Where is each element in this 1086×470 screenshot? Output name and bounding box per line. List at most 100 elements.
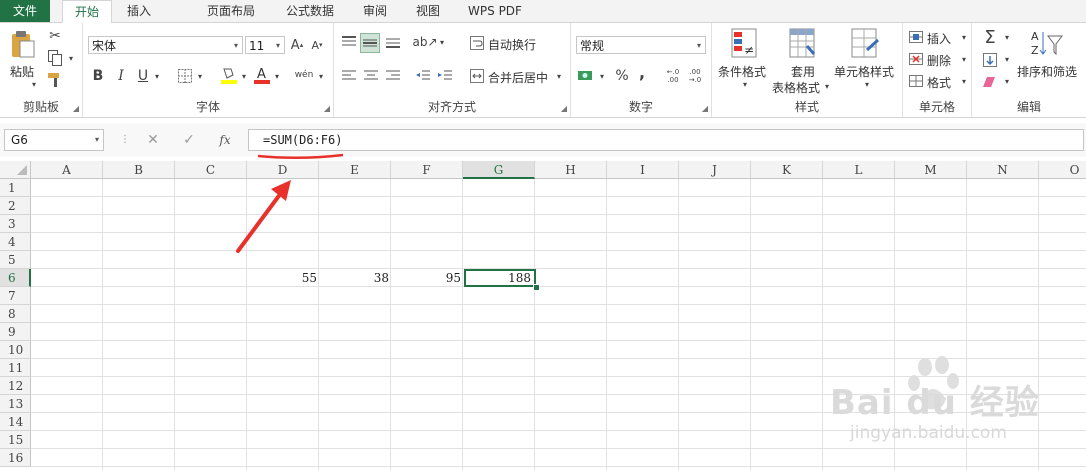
- row-header-11[interactable]: 11: [0, 359, 31, 377]
- grow-font-icon[interactable]: A ▴: [289, 35, 305, 55]
- increase-indent-icon[interactable]: [436, 67, 454, 85]
- copy-icon[interactable]: [46, 49, 64, 67]
- percent-button[interactable]: %: [613, 67, 631, 85]
- align-left-icon[interactable]: [340, 67, 358, 85]
- wrap-text-icon[interactable]: [468, 35, 486, 51]
- insert-dropdown-icon[interactable]: ▾: [959, 31, 969, 43]
- row-header-7[interactable]: 7: [0, 287, 31, 305]
- align-middle-icon[interactable]: [360, 33, 380, 53]
- cell-styles-button[interactable]: 单元格样式: [834, 63, 894, 80]
- merge-center-button[interactable]: 合并后居中: [488, 69, 548, 86]
- row-header-12[interactable]: 12: [0, 377, 31, 395]
- format-as-table-label-b[interactable]: 表格格式: [772, 79, 820, 96]
- accounting-dropdown-icon[interactable]: ▾: [597, 69, 607, 83]
- table-dropdown-icon[interactable]: ▾: [822, 81, 832, 91]
- bold-button[interactable]: B: [90, 67, 106, 85]
- fill-color-icon[interactable]: [220, 65, 238, 85]
- font-size-select[interactable]: 11 ▾: [245, 36, 285, 54]
- formula-input[interactable]: =SUM(D6:F6): [248, 129, 1084, 151]
- tab-insert[interactable]: 插入: [117, 0, 161, 22]
- format-cells-button[interactable]: 格式: [927, 74, 951, 91]
- decrease-indent-icon[interactable]: [414, 67, 432, 85]
- sort-filter-button[interactable]: 排序和筛选: [1017, 63, 1077, 80]
- column-header-j[interactable]: J: [679, 161, 751, 179]
- fill-color-dropdown-icon[interactable]: ▾: [239, 69, 249, 83]
- column-header-i[interactable]: I: [607, 161, 679, 179]
- merge-dropdown-icon[interactable]: ▾: [554, 69, 564, 83]
- more-options-icon[interactable]: ⋮: [112, 131, 138, 149]
- clear-icon[interactable]: [980, 73, 1000, 91]
- row-header-8[interactable]: 8: [0, 305, 31, 323]
- delete-cells-button[interactable]: 删除: [927, 52, 951, 69]
- orientation-icon[interactable]: ab↗: [412, 33, 437, 51]
- format-cells-icon[interactable]: [907, 73, 925, 89]
- align-bottom-icon[interactable]: [384, 33, 402, 51]
- shrink-font-icon[interactable]: A ▾: [309, 35, 325, 55]
- autosum-dropdown-icon[interactable]: ▾: [1002, 31, 1012, 43]
- merge-center-icon[interactable]: [468, 67, 486, 85]
- fill-dropdown-icon[interactable]: ▾: [1002, 53, 1012, 65]
- tab-data[interactable]: 数据: [300, 0, 344, 22]
- row-header-6[interactable]: 6: [0, 269, 31, 287]
- column-header-g[interactable]: G: [463, 161, 535, 179]
- column-header-h[interactable]: H: [535, 161, 607, 179]
- column-header-b[interactable]: B: [103, 161, 175, 179]
- cellstyle-dropdown-icon[interactable]: ▾: [862, 79, 872, 89]
- sort-filter-icon[interactable]: AZ: [1028, 27, 1064, 61]
- select-all-corner[interactable]: [0, 161, 31, 179]
- paste-icon[interactable]: [8, 29, 38, 59]
- paste-dropdown-icon[interactable]: ▾: [28, 79, 40, 89]
- column-header-d[interactable]: D: [247, 161, 319, 179]
- column-header-f[interactable]: F: [391, 161, 463, 179]
- fill-icon[interactable]: [980, 51, 1000, 69]
- phonetic-dropdown-icon[interactable]: ▾: [316, 69, 326, 83]
- font-name-select[interactable]: 宋体 ▾: [88, 36, 243, 54]
- delete-dropdown-icon[interactable]: ▾: [959, 53, 969, 65]
- name-box[interactable]: G6 ▾: [4, 129, 104, 151]
- align-right-icon[interactable]: [384, 67, 402, 85]
- row-header-15[interactable]: 15: [0, 431, 31, 449]
- tab-view[interactable]: 视图: [406, 0, 450, 22]
- insert-cells-icon[interactable]: [907, 29, 925, 45]
- number-launcher-icon[interactable]: ◢: [702, 104, 708, 113]
- row-header-3[interactable]: 3: [0, 215, 31, 233]
- format-dropdown-icon[interactable]: ▾: [959, 75, 969, 87]
- row-header-14[interactable]: 14: [0, 413, 31, 431]
- delete-cells-icon[interactable]: [907, 51, 925, 67]
- row-header-2[interactable]: 2: [0, 197, 31, 215]
- accounting-format-icon[interactable]: [577, 67, 597, 85]
- wrap-text-button[interactable]: 自动换行: [488, 36, 536, 53]
- format-as-table-label-a[interactable]: 套用: [791, 63, 815, 80]
- borders-icon[interactable]: [176, 67, 194, 85]
- borders-dropdown-icon[interactable]: ▾: [195, 69, 205, 83]
- number-format-select[interactable]: 常规 ▾: [576, 36, 706, 54]
- row-header-16[interactable]: 16: [0, 449, 31, 467]
- row-header-4[interactable]: 4: [0, 233, 31, 251]
- cell-d6[interactable]: 55: [248, 269, 320, 287]
- row-header-13[interactable]: 13: [0, 395, 31, 413]
- orientation-dropdown-icon[interactable]: ▾: [437, 35, 447, 49]
- format-as-table-icon[interactable]: [788, 27, 816, 59]
- conditional-formatting-button[interactable]: 条件格式: [718, 63, 766, 80]
- cell-f6[interactable]: 95: [392, 269, 464, 287]
- insert-cells-button[interactable]: 插入: [927, 30, 951, 47]
- italic-button[interactable]: I: [113, 67, 129, 85]
- comma-button[interactable]: ,: [635, 63, 649, 82]
- underline-button[interactable]: U: [135, 67, 151, 85]
- decrease-decimal-icon[interactable]: .00 →.0: [685, 65, 705, 87]
- phonetic-guide-icon[interactable]: wén: [293, 65, 315, 85]
- row-header-1[interactable]: 1: [0, 179, 31, 197]
- font-color-dropdown-icon[interactable]: ▾: [272, 69, 282, 83]
- cut-icon[interactable]: ✂: [46, 27, 64, 45]
- fill-handle[interactable]: [533, 284, 540, 291]
- font-color-icon[interactable]: A: [253, 65, 271, 85]
- cond-dropdown-icon[interactable]: ▾: [740, 79, 750, 89]
- align-top-icon[interactable]: [340, 33, 358, 51]
- row-header-9[interactable]: 9: [0, 323, 31, 341]
- align-center-icon[interactable]: [362, 67, 380, 85]
- column-header-c[interactable]: C: [175, 161, 247, 179]
- tab-home[interactable]: 开始: [62, 0, 112, 24]
- tab-wps-pdf[interactable]: WPS PDF: [462, 0, 528, 22]
- font-launcher-icon[interactable]: ◢: [324, 104, 330, 113]
- increase-decimal-icon[interactable]: ←.0.00: [663, 65, 683, 87]
